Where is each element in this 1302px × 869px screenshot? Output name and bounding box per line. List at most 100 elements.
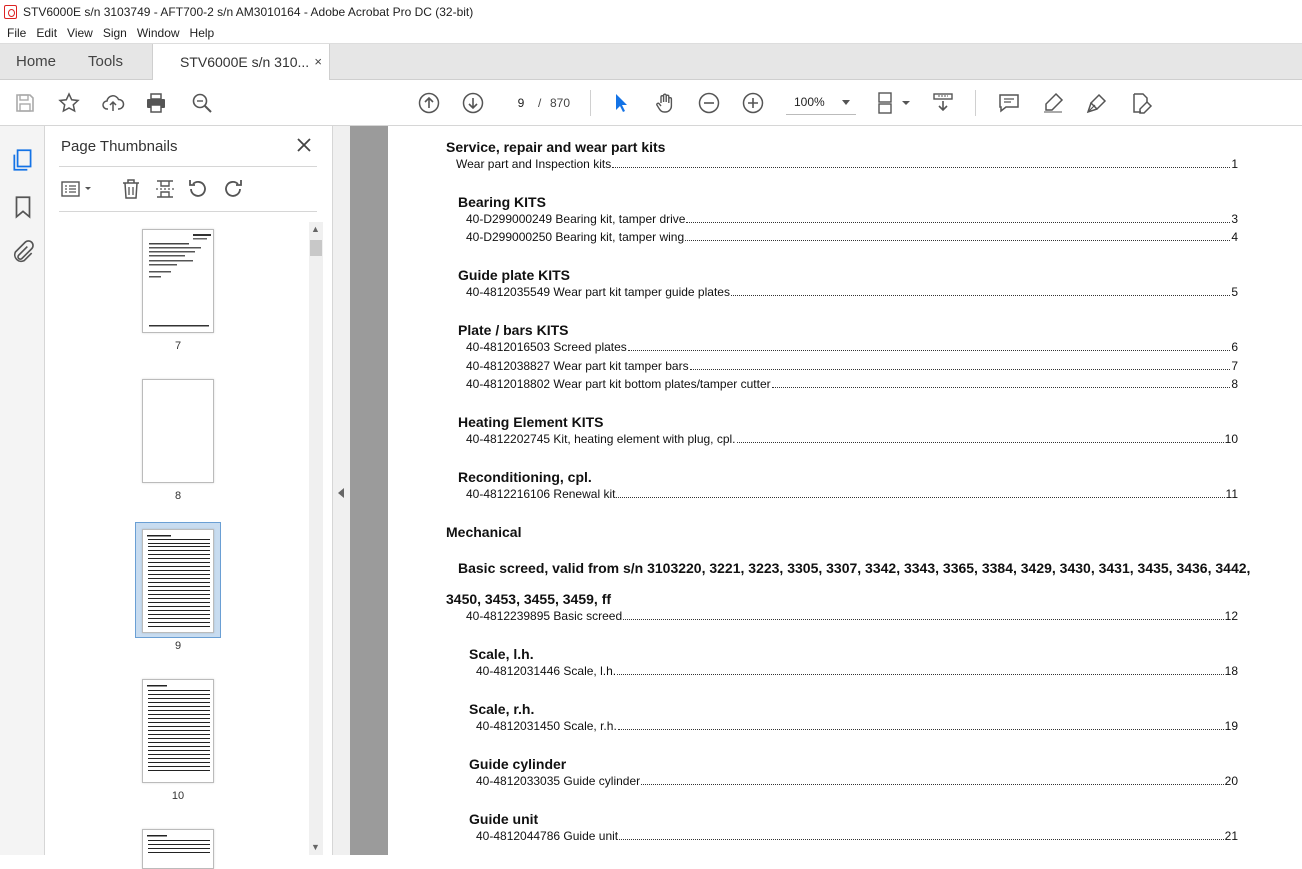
search-zoom-icon[interactable] (189, 90, 215, 116)
toc-entry[interactable]: 40-4812239895 Basic screed 12 (466, 609, 1238, 623)
panel-divider (59, 166, 317, 167)
toc-heading: Heating Element KITS (458, 414, 604, 430)
toc-entry-page: 3 (1231, 212, 1238, 226)
close-tab-icon[interactable]: × (314, 44, 322, 80)
toc-entry-text: 40-D299000250 Bearing kit, tamper wing (466, 230, 685, 244)
print-icon[interactable] (143, 90, 169, 116)
rotate-counterclockwise-icon[interactable] (186, 177, 210, 201)
toc-entry-text: 40-4812239895 Basic screed (466, 609, 623, 623)
page-layout-icon[interactable] (874, 90, 914, 116)
toc-entry-page: 5 (1231, 285, 1238, 299)
toc-heading: Basic screed, valid from s/n 3103220, 32… (458, 560, 1251, 576)
collapse-panel-icon[interactable] (338, 488, 344, 498)
tab-tools[interactable]: Tools (88, 44, 123, 79)
bookmarks-icon[interactable] (10, 194, 36, 220)
toc-entry[interactable]: 40-D299000249 Bearing kit, tamper drive 3 (466, 212, 1238, 226)
panel-title: Page Thumbnails (61, 138, 178, 155)
toc-entry-text: 40-4812031450 Scale, r.h. (476, 719, 617, 733)
thumbnail-label: 7 (174, 340, 182, 352)
toc-entry[interactable]: 40-4812216106 Renewal kit 11 (466, 487, 1238, 501)
zoom-out-icon[interactable] (696, 90, 722, 116)
page-thumbnail-10[interactable] (142, 679, 214, 783)
extract-pages-icon[interactable] (153, 177, 177, 201)
toc-entry[interactable]: 40-4812033035 Guide cylinder 20 (476, 774, 1238, 788)
menu-view[interactable]: View (62, 26, 98, 40)
toc-entry[interactable]: 40-4812035549 Wear part kit tamper guide… (466, 285, 1238, 299)
tab-bar: Home Tools STV6000E s/n 310... × (0, 44, 1302, 80)
edit-pdf-icon[interactable] (1128, 90, 1154, 116)
toc-heading: Guide cylinder (469, 756, 567, 772)
page-thumbnails-icon[interactable] (10, 147, 36, 173)
toc-entry-page: 10 (1224, 432, 1238, 446)
attachments-paperclip-icon[interactable] (10, 239, 36, 265)
toc-heading: Service, repair and wear part kits (446, 139, 666, 155)
toc-entry[interactable]: Wear part and Inspection kits 1 (456, 157, 1238, 171)
toc-entry-page: 7 (1231, 359, 1238, 373)
page-thumbnail-7[interactable] (142, 229, 214, 333)
comment-icon[interactable] (996, 90, 1022, 116)
toc-entry-page: 1 (1231, 157, 1238, 171)
toc-entry[interactable]: 40-4812044786 Guide unit 21 (476, 829, 1238, 843)
menu-file[interactable]: File (2, 26, 31, 40)
menu-edit[interactable]: Edit (31, 26, 62, 40)
toc-entry-page: 12 (1224, 609, 1238, 623)
toolbar-divider (975, 90, 976, 116)
toc-entry-text: 40-4812035549 Wear part kit tamper guide… (466, 285, 730, 299)
highlight-pen-icon[interactable] (1040, 90, 1066, 116)
previous-page-icon[interactable] (416, 90, 442, 116)
rotate-clockwise-icon[interactable] (221, 177, 245, 201)
menu-sign[interactable]: Sign (98, 26, 132, 40)
toc-heading: Plate / bars KITS (458, 322, 569, 338)
toc-entry[interactable]: 40-4812031446 Scale, l.h. 18 (476, 664, 1238, 678)
tab-document[interactable]: STV6000E s/n 310... × (152, 44, 330, 80)
page-thumbnail-9[interactable] (142, 529, 214, 633)
page-number-input[interactable]: 9 (506, 91, 536, 115)
toc-entry[interactable]: 40-4812202745 Kit, heating element with … (466, 432, 1238, 446)
thumbnail-label: 9 (174, 640, 182, 652)
delete-page-icon[interactable] (119, 177, 143, 201)
toc-entry-page: 11 (1225, 487, 1238, 501)
thumbnail-label: 10 (171, 790, 185, 802)
hand-tool-icon[interactable] (652, 90, 678, 116)
toc-entry[interactable]: 40-4812018802 Wear part kit bottom plate… (466, 377, 1238, 391)
scroll-up-icon[interactable]: ▲ (311, 224, 320, 234)
menu-window[interactable]: Window (132, 26, 185, 40)
left-navigation-rail (0, 126, 45, 855)
tab-home[interactable]: Home (16, 44, 56, 79)
toc-entry[interactable]: 40-4812016503 Screed plates 6 (466, 340, 1238, 354)
next-page-icon[interactable] (460, 90, 486, 116)
close-panel-icon[interactable] (295, 136, 313, 154)
toc-entry[interactable]: 40-4812031450 Scale, r.h. 19 (476, 719, 1238, 733)
total-pages: 870 (550, 96, 571, 110)
toc-entry-page: 18 (1224, 664, 1238, 678)
toc-heading: Guide plate KITS (458, 267, 571, 283)
page-thumbnail-11[interactable] (142, 829, 214, 869)
toc-entry-text: 40-4812044786 Guide unit (476, 829, 619, 843)
toc-heading: Bearing KITS (458, 194, 546, 210)
zoom-level-select[interactable]: 100% (786, 91, 856, 115)
document-view[interactable]: Service, repair and wear part kits Wear … (350, 126, 1302, 855)
zoom-in-icon[interactable] (740, 90, 766, 116)
panel-splitter[interactable] (332, 126, 350, 855)
select-cursor-icon[interactable] (608, 90, 634, 116)
toc-entry-text: Wear part and Inspection kits (456, 157, 612, 171)
save-icon[interactable] (12, 90, 38, 116)
toc-entry[interactable]: 40-4812038827 Wear part kit tamper bars 7 (466, 359, 1238, 373)
scroll-down-icon[interactable]: ▼ (311, 842, 320, 852)
toc-heading: Scale, l.h. (469, 646, 534, 662)
toc-heading: Scale, r.h. (469, 701, 535, 717)
sign-pen-icon[interactable] (1084, 90, 1110, 116)
toc-entry-text: 40-4812202745 Kit, heating element with … (466, 432, 736, 446)
upload-cloud-icon[interactable] (100, 90, 126, 116)
scroll-mode-icon[interactable] (930, 90, 956, 116)
scrollbar-thumb[interactable] (310, 240, 322, 256)
zoom-level-value: 100% (794, 95, 825, 109)
acrobat-app-icon (4, 4, 17, 19)
bookmark-star-icon[interactable] (56, 90, 82, 116)
menu-help[interactable]: Help (185, 26, 220, 40)
toc-entry[interactable]: 40-D299000250 Bearing kit, tamper wing 4 (466, 230, 1238, 244)
thumbnail-scrollbar[interactable]: ▲ ▼ (309, 222, 323, 855)
page-thumbnail-8[interactable] (142, 379, 214, 483)
toc-entry-text: 40-4812031446 Scale, l.h. (476, 664, 617, 678)
thumbnail-options-icon[interactable] (59, 177, 95, 201)
